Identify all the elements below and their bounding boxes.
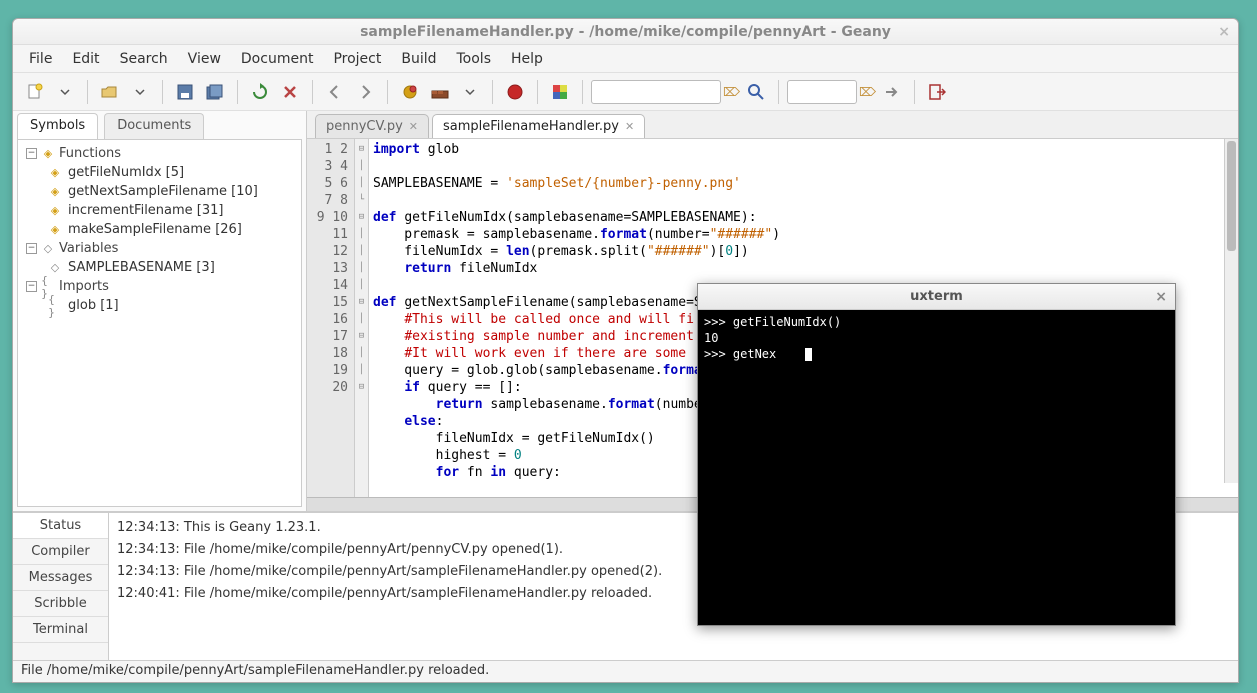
bottom-tab-messages[interactable]: Messages bbox=[13, 565, 108, 591]
menu-view[interactable]: View bbox=[180, 48, 229, 70]
bottom-tab-status[interactable]: Status bbox=[13, 513, 108, 539]
menu-project[interactable]: Project bbox=[325, 48, 389, 70]
dropdown-icon[interactable] bbox=[51, 78, 79, 106]
symbol-label: getFileNumIdx [5] bbox=[68, 165, 184, 180]
symbol-icon: ◈ bbox=[48, 166, 62, 180]
symbol-item[interactable]: ◈ makeSampleFilename [26] bbox=[18, 220, 301, 239]
menu-build[interactable]: Build bbox=[393, 48, 444, 70]
symbol-icon: ◈ bbox=[48, 204, 62, 218]
quit-icon[interactable] bbox=[923, 78, 951, 106]
symbol-label: makeSampleFilename [26] bbox=[68, 222, 242, 237]
build-icon[interactable] bbox=[426, 78, 454, 106]
menu-search[interactable]: Search bbox=[112, 48, 176, 70]
category-label: Variables bbox=[59, 241, 118, 256]
window-title: sampleFilenameHandler.py - /home/mike/co… bbox=[360, 24, 891, 40]
toolbar: ⌦ ⌦ bbox=[13, 73, 1238, 111]
color-picker-icon[interactable] bbox=[546, 78, 574, 106]
close-file-icon[interactable] bbox=[276, 78, 304, 106]
symbol-label: SAMPLEBASENAME [3] bbox=[68, 260, 215, 275]
compile-icon[interactable] bbox=[396, 78, 424, 106]
expander-icon[interactable]: − bbox=[26, 148, 37, 159]
editor-tab[interactable]: pennyCV.py ✕ bbox=[315, 114, 429, 138]
symbol-icon: ◈ bbox=[48, 185, 62, 199]
terminal-close-icon[interactable]: × bbox=[1155, 289, 1167, 305]
symbol-item[interactable]: { } glob [1] bbox=[18, 296, 301, 315]
symbol-icon: { } bbox=[48, 299, 62, 313]
menu-file[interactable]: File bbox=[21, 48, 60, 70]
sidebar: Symbols Documents − ◈ Functions◈getFileN… bbox=[13, 111, 307, 511]
open-icon[interactable] bbox=[96, 78, 124, 106]
statusbar: File /home/mike/compile/pennyArt/sampleF… bbox=[13, 660, 1238, 682]
category-icon: ◈ bbox=[41, 147, 55, 161]
menu-help[interactable]: Help bbox=[503, 48, 551, 70]
close-icon[interactable]: × bbox=[1218, 24, 1230, 40]
clear-search-icon[interactable]: ⌦ bbox=[723, 85, 740, 99]
category-icon: { } bbox=[41, 280, 55, 294]
save-all-icon[interactable] bbox=[201, 78, 229, 106]
search-icon[interactable] bbox=[742, 78, 770, 106]
clear-goto-icon[interactable]: ⌦ bbox=[859, 85, 876, 99]
expander-icon[interactable]: − bbox=[26, 243, 37, 254]
reload-icon[interactable] bbox=[246, 78, 274, 106]
editor-tab[interactable]: sampleFilenameHandler.py ✕ bbox=[432, 114, 645, 138]
menu-tools[interactable]: Tools bbox=[449, 48, 500, 70]
symbol-category[interactable]: − ◇ Variables bbox=[18, 239, 301, 258]
expander-icon[interactable]: − bbox=[26, 281, 37, 292]
nav-back-icon[interactable] bbox=[321, 78, 349, 106]
save-icon[interactable] bbox=[171, 78, 199, 106]
terminal-body[interactable]: >>> getFileNumIdx() 10 >>> getNex bbox=[698, 310, 1175, 625]
goto-line-input[interactable] bbox=[787, 80, 857, 104]
terminal-title: uxterm bbox=[910, 289, 963, 304]
status-text: File /home/mike/compile/pennyArt/sampleF… bbox=[21, 663, 489, 678]
terminal-cursor bbox=[805, 348, 812, 361]
symbol-item[interactable]: ◇ SAMPLEBASENAME [3] bbox=[18, 258, 301, 277]
nav-forward-icon[interactable] bbox=[351, 78, 379, 106]
symbol-item[interactable]: ◈ getFileNumIdx [5] bbox=[18, 163, 301, 182]
menu-document[interactable]: Document bbox=[233, 48, 322, 70]
uxterm-window[interactable]: uxterm × >>> getFileNumIdx() 10 >>> getN… bbox=[697, 283, 1176, 626]
editor-tabs: pennyCV.py ✕ sampleFilenameHandler.py ✕ bbox=[307, 111, 1238, 139]
tab-close-icon[interactable]: ✕ bbox=[625, 120, 634, 133]
bottom-tab-compiler[interactable]: Compiler bbox=[13, 539, 108, 565]
symbol-label: getNextSampleFilename [10] bbox=[68, 184, 258, 199]
vertical-scrollbar[interactable] bbox=[1224, 139, 1238, 483]
category-icon: ◇ bbox=[41, 242, 55, 256]
symbol-label: incrementFilename [31] bbox=[68, 203, 224, 218]
tab-label: pennyCV.py bbox=[326, 119, 403, 134]
titlebar[interactable]: sampleFilenameHandler.py - /home/mike/co… bbox=[13, 19, 1238, 45]
symbol-tree[interactable]: − ◈ Functions◈getFileNumIdx [5]◈getNextS… bbox=[17, 139, 302, 507]
bottom-tab-scribble[interactable]: Scribble bbox=[13, 591, 108, 617]
menubar: File Edit Search View Document Project B… bbox=[13, 45, 1238, 73]
sidebar-tabs: Symbols Documents bbox=[13, 111, 306, 139]
terminal-titlebar[interactable]: uxterm × bbox=[698, 284, 1175, 310]
category-label: Imports bbox=[59, 279, 109, 294]
menu-edit[interactable]: Edit bbox=[64, 48, 107, 70]
run-icon[interactable] bbox=[501, 78, 529, 106]
line-numbers: 1 2 3 4 5 6 7 8 9 10 11 12 13 14 15 16 1… bbox=[307, 139, 355, 497]
sidebar-tab-documents[interactable]: Documents bbox=[104, 113, 204, 139]
category-label: Functions bbox=[59, 146, 121, 161]
symbol-icon: ◇ bbox=[48, 261, 62, 275]
search-input[interactable] bbox=[591, 80, 721, 104]
fold-margin[interactable]: ⊟ │ │ └ ⊟ │ │ │ │ ⊟ │ ⊟ │ │ ⊟ bbox=[355, 139, 369, 497]
symbol-item[interactable]: ◈ incrementFilename [31] bbox=[18, 201, 301, 220]
tab-label: sampleFilenameHandler.py bbox=[443, 119, 619, 134]
dropdown-icon[interactable] bbox=[126, 78, 154, 106]
bottom-tab-terminal[interactable]: Terminal bbox=[13, 617, 108, 643]
sidebar-tab-symbols[interactable]: Symbols bbox=[17, 113, 98, 139]
symbol-item[interactable]: ◈ getNextSampleFilename [10] bbox=[18, 182, 301, 201]
symbol-icon: ◈ bbox=[48, 223, 62, 237]
bottom-tabs: StatusCompilerMessagesScribbleTerminal bbox=[13, 513, 109, 660]
tab-close-icon[interactable]: ✕ bbox=[409, 120, 418, 133]
new-file-icon[interactable] bbox=[21, 78, 49, 106]
goto-icon[interactable] bbox=[878, 78, 906, 106]
symbol-category[interactable]: − ◈ Functions bbox=[18, 144, 301, 163]
dropdown-icon[interactable] bbox=[456, 78, 484, 106]
symbol-label: glob [1] bbox=[68, 298, 119, 313]
